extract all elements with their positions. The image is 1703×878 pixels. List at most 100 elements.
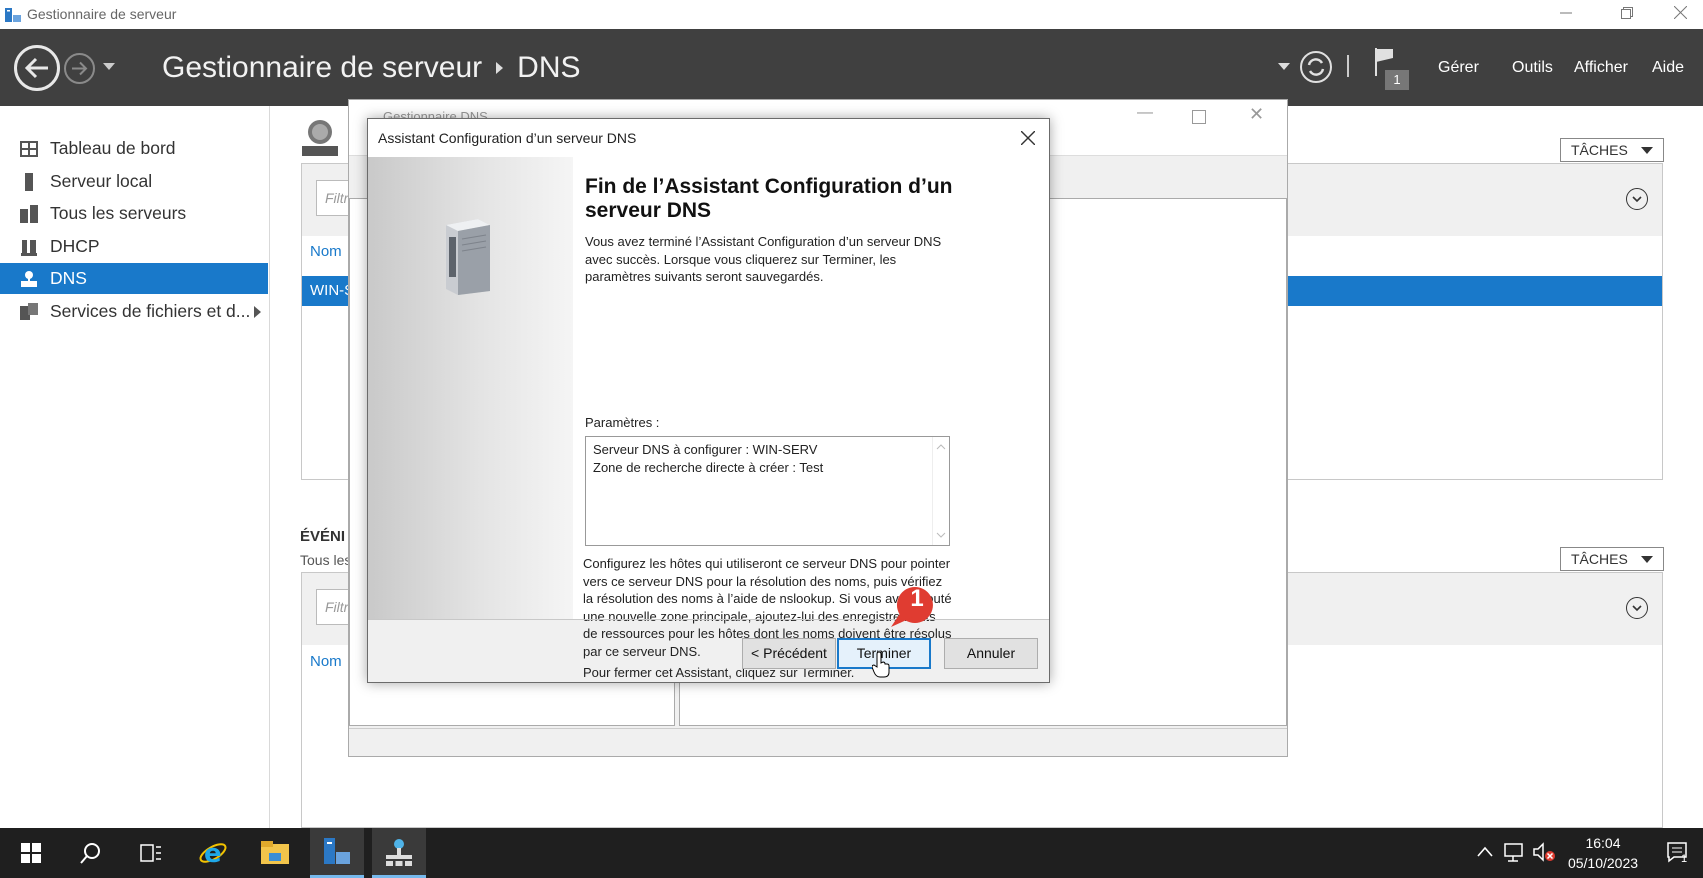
sidebar-item-label: DNS: [50, 268, 87, 288]
scroll-arrows-icon: [936, 444, 946, 538]
sidebar-item-all-servers[interactable]: Tous les serveurs: [0, 198, 268, 229]
cancel-button[interactable]: Annuler: [944, 638, 1038, 669]
dialog-body: Fin de l’Assistant Configuration d’un se…: [368, 157, 1049, 680]
svg-text:e: e: [204, 839, 222, 868]
window-titlebar: Gestionnaire de serveur: [0, 0, 1703, 29]
sidebar-item-local-server[interactable]: Serveur local: [0, 166, 268, 197]
dns-icon: [21, 270, 37, 287]
chevron-right-icon[interactable]: [254, 306, 261, 318]
menu-manage[interactable]: Gérer: [1438, 59, 1479, 77]
dns-role-icon: [302, 120, 338, 156]
restore-icon: [1621, 7, 1633, 19]
wizard-side-image: [368, 157, 573, 619]
events-title: ÉVÉNI: [300, 528, 346, 545]
task-view-button[interactable]: [124, 828, 178, 878]
minimize-icon[interactable]: —: [1137, 104, 1153, 122]
history-dropdown[interactable]: [103, 63, 115, 70]
close-window-button[interactable]: [1657, 0, 1703, 29]
network-icon[interactable]: [1503, 841, 1525, 863]
wizard-heading: Fin de l’Assistant Configuration d’un se…: [585, 175, 953, 222]
maximize-icon[interactable]: [1192, 110, 1206, 124]
sidebar: Tableau de bord Serveur local Tous les s…: [0, 106, 270, 828]
file-services-icon: [20, 302, 38, 320]
refresh-icon[interactable]: [1299, 50, 1333, 84]
dialog-titlebar: Assistant Configuration d’un serveur DNS: [368, 119, 1049, 157]
notification-badge: 1: [1385, 70, 1409, 90]
search-button[interactable]: [64, 828, 118, 878]
clock-date: 05/10/2023: [1567, 855, 1639, 871]
window-title: Gestionnaire de serveur: [27, 6, 177, 22]
menu-tools[interactable]: Outils: [1512, 59, 1553, 77]
server-manager-icon: [5, 8, 21, 22]
restore-button[interactable]: [1604, 0, 1650, 29]
sidebar-item-label: Tableau de bord: [50, 138, 176, 158]
sidebar-item-label: Serveur local: [50, 171, 153, 191]
sidebar-item-label: DHCP: [50, 236, 100, 256]
sidebar-item-label: Tous les serveurs: [50, 203, 187, 223]
breadcrumb: Gestionnaire de serveur DNS: [162, 51, 581, 85]
chevron-right-icon: [496, 62, 504, 74]
wizard-intro: Vous avez terminé l’Assistant Configurat…: [585, 234, 942, 284]
clock-time: 16:04: [1585, 835, 1621, 851]
windows-icon: [21, 843, 41, 863]
column-name-header[interactable]: Nom: [310, 653, 342, 670]
taskbar-dns-manager[interactable]: [372, 828, 426, 878]
action-center-count: 1: [1681, 853, 1688, 865]
breadcrumb-current: DNS: [517, 51, 581, 84]
dialog-title: Assistant Configuration d’un serveur DNS: [378, 130, 637, 146]
tasks-label: TÂCHES: [1571, 551, 1628, 567]
dialog-separator: [368, 619, 1049, 620]
sidebar-item-dns[interactable]: DNS: [0, 263, 268, 294]
dashboard-icon: [20, 140, 38, 157]
header-dropdown[interactable]: [1278, 63, 1290, 70]
menu-view[interactable]: Afficher: [1574, 59, 1628, 77]
minimize-button[interactable]: [1543, 0, 1589, 29]
tasks-label: TÂCHES: [1571, 142, 1628, 158]
server-tower-icon: [446, 219, 490, 295]
search-icon: [80, 843, 100, 864]
param-line: Serveur DNS à configurer : WIN-SERV: [593, 442, 818, 457]
breadcrumb-root[interactable]: Gestionnaire de serveur: [162, 51, 482, 85]
tasks-dropdown-servers[interactable]: TÂCHES: [1560, 138, 1664, 162]
params-label: Paramètres :: [585, 415, 660, 430]
step-badge: 1: [910, 585, 924, 612]
sidebar-item-file-services[interactable]: Services de fichiers et d...: [0, 296, 268, 327]
taskbar-ie[interactable]: e: [186, 828, 240, 878]
close-icon: [1673, 5, 1687, 20]
internet-explorer-icon: e: [199, 839, 227, 868]
chevron-up-icon[interactable]: [1476, 845, 1494, 859]
dialog-close-button[interactable]: [1013, 125, 1043, 151]
taskbar-server-manager[interactable]: [310, 828, 364, 878]
forward-button[interactable]: [64, 53, 95, 84]
expand-icon[interactable]: [1626, 188, 1648, 210]
dns-manager-icon: [386, 838, 412, 866]
back-button[interactable]: [14, 45, 60, 91]
volume-muted-icon[interactable]: [1532, 841, 1556, 863]
close-icon: [1020, 130, 1036, 146]
close-icon[interactable]: ✕: [1249, 104, 1264, 125]
taskbar-clock[interactable]: 16:04 05/10/2023: [1558, 833, 1648, 873]
expand-icon[interactable]: [1626, 597, 1648, 619]
events-subtitle: Tous les: [300, 552, 352, 568]
arrow-left-icon: [24, 57, 48, 79]
server-icon: [25, 172, 33, 191]
sidebar-item-dhcp[interactable]: DHCP: [0, 231, 268, 262]
params-textbox[interactable]: Serveur DNS à configurer : WIN-SERV Zone…: [585, 436, 950, 546]
taskbar: e 16:04 05/10/2023 1: [0, 828, 1703, 878]
arrow-right-icon: [72, 61, 88, 76]
tasks-dropdown-events[interactable]: TÂCHES: [1560, 547, 1664, 571]
dhcp-icon: [21, 239, 37, 256]
column-name-header[interactable]: Nom: [310, 243, 342, 260]
server-manager-icon: [324, 837, 350, 864]
start-button[interactable]: [4, 828, 58, 878]
sidebar-item-dashboard[interactable]: Tableau de bord: [0, 133, 268, 164]
task-view-icon: [140, 844, 161, 862]
params-scrollbar[interactable]: [932, 437, 949, 545]
servers-icon: [20, 204, 38, 223]
taskbar-explorer[interactable]: [248, 828, 302, 878]
hand-cursor-icon: [872, 652, 890, 678]
sidebar-item-label: Services de fichiers et d...: [50, 301, 251, 321]
previous-button[interactable]: < Précédent: [742, 638, 836, 669]
menu-help[interactable]: Aide: [1652, 59, 1684, 77]
folder-icon: [261, 841, 289, 864]
